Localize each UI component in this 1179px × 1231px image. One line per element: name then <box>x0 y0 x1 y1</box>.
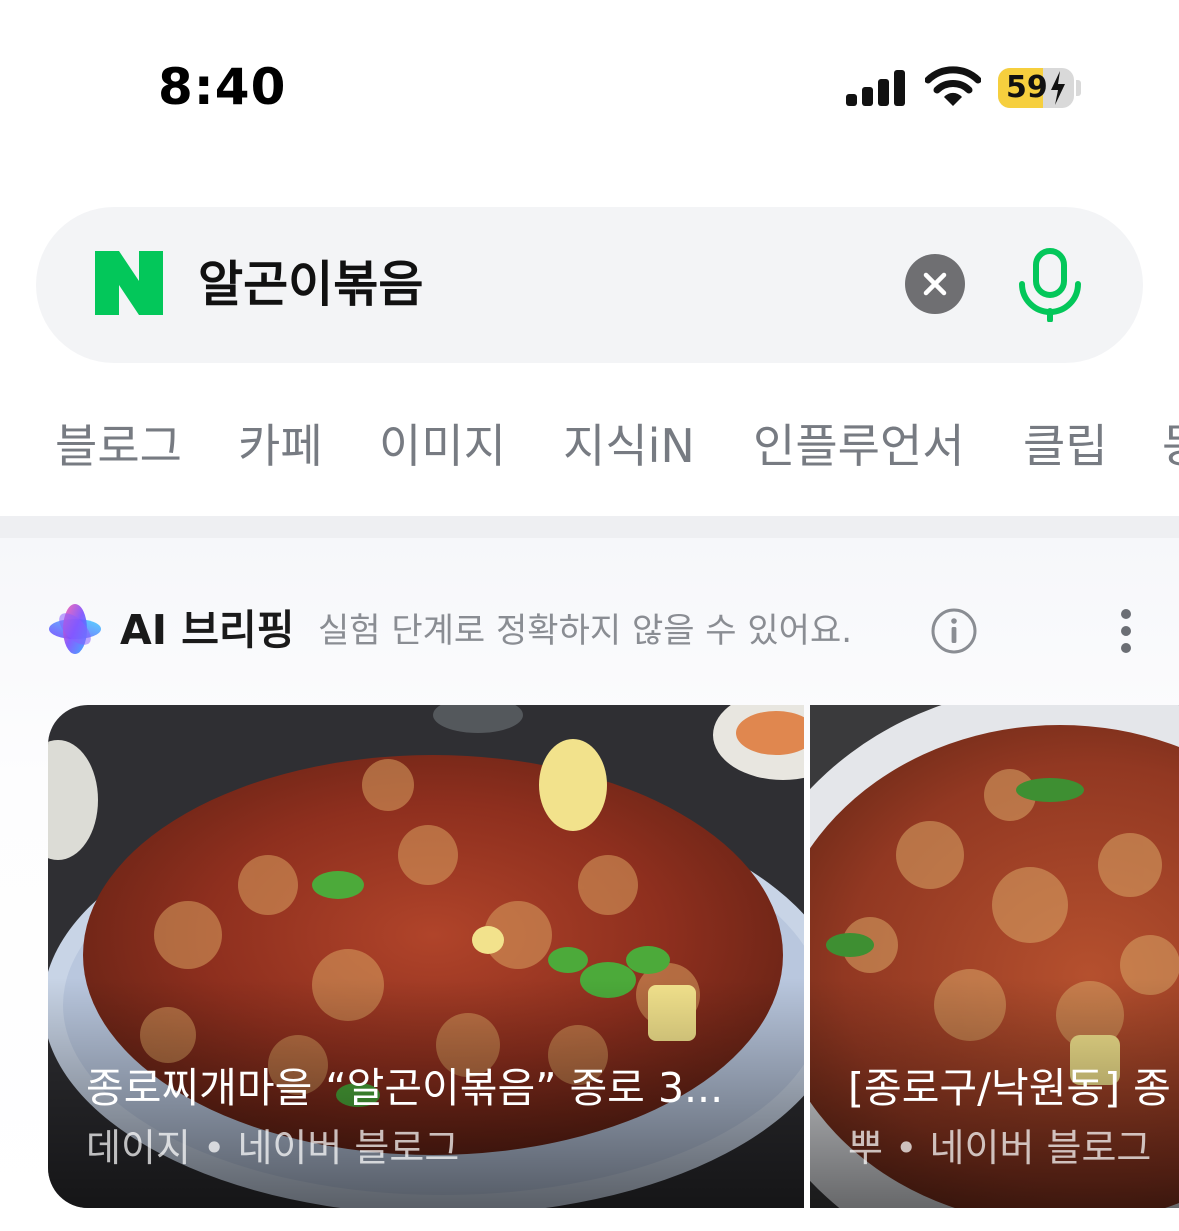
blog-card[interactable]: [종로구/낙원동] 종 뿌 • 네이버 블로그 <box>810 705 1179 1208</box>
card-title: 종로찌개마을 “알곤이볶음” 종로 3... <box>86 1064 724 1112</box>
more-vertical-icon[interactable] <box>1110 608 1142 654</box>
battery-indicator: 59 <box>998 68 1074 108</box>
battery-charging-icon <box>1051 71 1065 105</box>
tab-cafe[interactable]: 카페 <box>238 408 323 484</box>
tab-image[interactable]: 이미지 <box>379 408 506 484</box>
search-input[interactable]: 알곤이볶음 <box>198 254 423 316</box>
wifi-icon <box>925 66 981 106</box>
tab-influencer[interactable]: 인플루언서 <box>753 408 965 484</box>
ai-briefing-title: AI 브리핑 <box>120 606 295 654</box>
section-divider <box>0 516 1179 538</box>
status-time: 8:40 <box>158 58 287 116</box>
ai-briefing-disclaimer: 실험 단계로 정확하지 않을 수 있어요. <box>318 611 853 651</box>
tab-kin[interactable]: 지식iN <box>563 408 695 484</box>
ai-sparkle-icon <box>49 604 101 654</box>
clear-search-button[interactable] <box>905 254 965 314</box>
naver-logo[interactable] <box>95 251 163 315</box>
tab-clip[interactable]: 클립 <box>1023 408 1108 484</box>
card-source: 뿌 • 네이버 블로그 <box>848 1126 1152 1170</box>
battery-level-text: 59 <box>1006 70 1048 105</box>
signal-icon <box>846 70 905 106</box>
search-category-tabs: 블로그 카페 이미지 지식iN 인플루언서 클립 동 <box>0 408 1179 488</box>
tab-video[interactable]: 동 <box>1162 408 1179 484</box>
info-icon[interactable] <box>930 607 978 655</box>
tab-blog[interactable]: 블로그 <box>55 408 182 484</box>
clear-icon <box>923 272 947 296</box>
battery-cap <box>1076 80 1081 96</box>
card-source: 데이지 • 네이버 블로그 <box>86 1126 460 1170</box>
blog-card[interactable]: 종로찌개마을 “알곤이볶음” 종로 3... 데이지 • 네이버 블로그 <box>48 705 804 1208</box>
microphone-icon[interactable] <box>1014 248 1086 322</box>
card-title: [종로구/낙원동] 종 <box>848 1064 1171 1112</box>
